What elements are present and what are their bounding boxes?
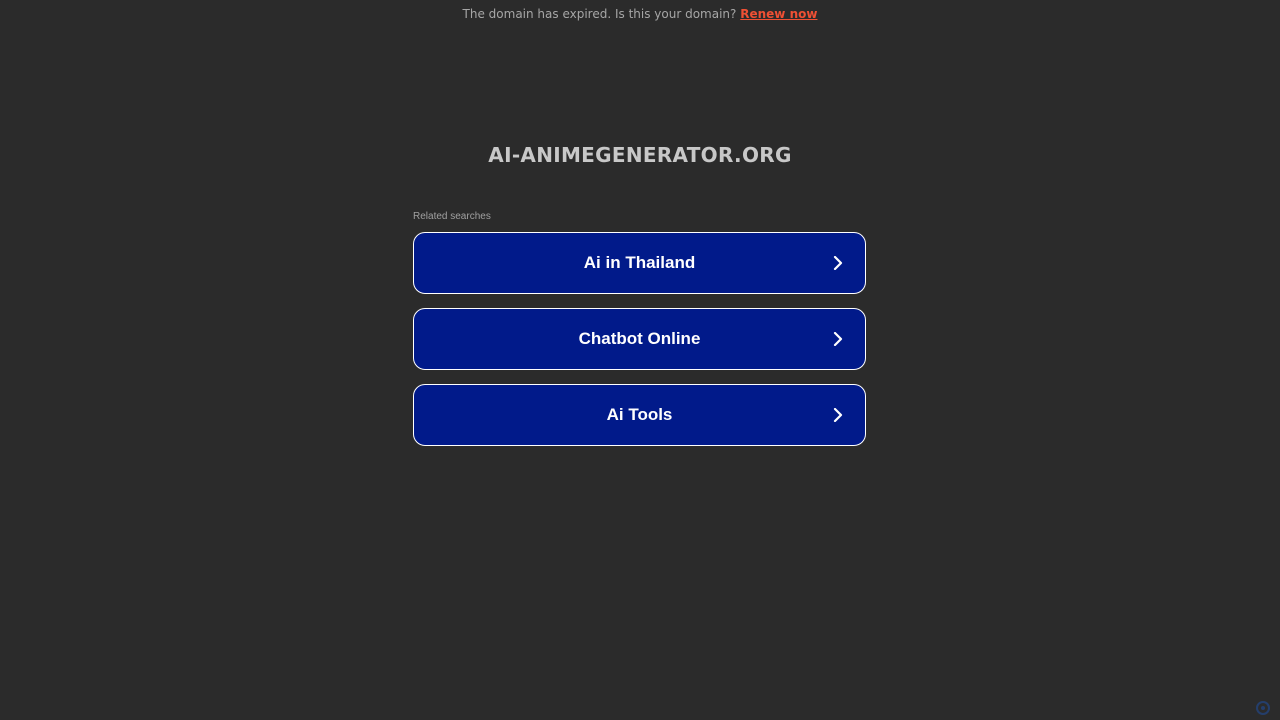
related-link-ai-in-thailand[interactable]: Ai in Thailand: [413, 232, 866, 294]
parked-domain-page: The domain has expired. Is this your dom…: [0, 0, 1280, 720]
chevron-right-icon: [833, 332, 843, 346]
related-searches: Related searches Ai in Thailand Chatbot …: [413, 210, 866, 460]
expired-domain-banner: The domain has expired. Is this your dom…: [0, 6, 1280, 22]
related-link-label: Ai in Thailand: [583, 253, 696, 272]
renew-now-link[interactable]: Renew now: [740, 7, 817, 21]
chevron-right-icon: [833, 408, 843, 422]
related-link-chatbot-online[interactable]: Chatbot Online: [413, 308, 866, 370]
related-link-label: Chatbot Online: [578, 329, 701, 348]
chevron-right-icon: [833, 256, 843, 270]
related-link-ai-tools[interactable]: Ai Tools: [413, 384, 866, 446]
related-searches-label: Related searches: [413, 211, 491, 222]
related-link-label: Ai Tools: [606, 405, 673, 424]
expired-banner-text: The domain has expired. Is this your dom…: [462, 7, 737, 21]
corner-badge[interactable]: [1256, 701, 1274, 715]
badge-icon: [1256, 701, 1270, 715]
domain-title: AI-ANIMEGENERATOR.ORG: [488, 143, 792, 167]
